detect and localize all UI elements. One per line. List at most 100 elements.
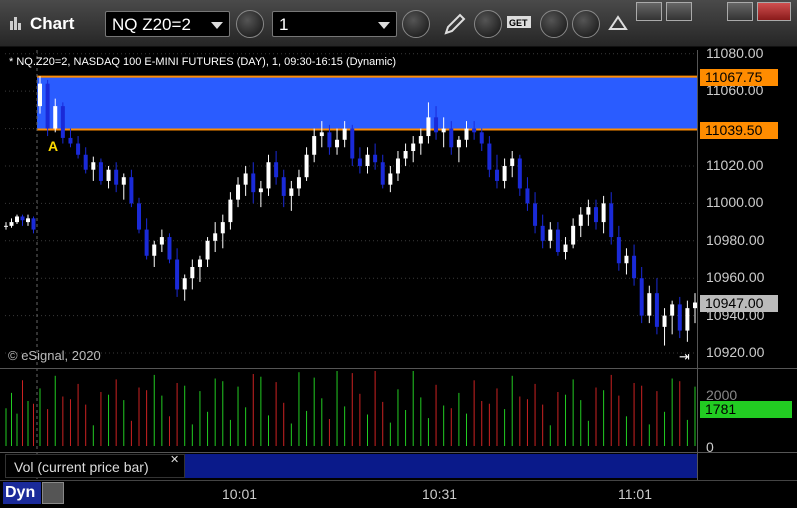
candle-body: [258, 188, 263, 193]
candle-body: [9, 222, 14, 226]
price-zone: [37, 76, 697, 130]
candle-body: [144, 229, 149, 256]
price-axis-tick: 11080.00: [706, 44, 764, 61]
candle-body: [129, 177, 134, 204]
candle-body: [137, 203, 142, 230]
divider: [0, 368, 797, 369]
candle-body: [517, 158, 522, 189]
candle-body: [601, 203, 606, 223]
candle-body: [510, 158, 515, 166]
copyright-label: © eSignal, 2020: [8, 348, 101, 363]
candle-body: [464, 128, 469, 140]
candle-body: [647, 293, 652, 316]
candle-body: [274, 162, 279, 178]
volume-label-text: Vol (current price bar): [14, 459, 149, 475]
candle-body: [251, 173, 256, 193]
candle-body: [357, 158, 362, 166]
price-axis-tick: 11020.00: [706, 156, 764, 173]
candle-body: [350, 128, 355, 159]
price-axis-tick: 10980.00: [706, 231, 765, 248]
candle-body: [639, 278, 644, 316]
close-icon[interactable]: ✕: [170, 453, 179, 466]
price-chart: A⇥: [4, 50, 697, 480]
candle-body: [167, 237, 172, 260]
time-axis-label: 10:31: [422, 486, 458, 502]
candle-body: [60, 106, 65, 138]
candle-body: [304, 154, 309, 178]
candle-body: [548, 229, 553, 241]
candle-body: [266, 162, 271, 189]
candle-body: [388, 173, 393, 185]
candle-body: [654, 293, 659, 327]
candle-body: [114, 169, 119, 185]
price-tag: 11039.50: [700, 121, 778, 139]
candle-body: [76, 143, 81, 155]
volume-value-tag: 1781: [700, 401, 792, 418]
candle-body: [152, 244, 157, 256]
dynamic-mode-button[interactable]: Dyn: [3, 482, 41, 504]
candle-body: [373, 154, 378, 163]
candle-body: [670, 304, 675, 316]
candle-body: [106, 169, 111, 181]
candle-body: [53, 106, 58, 129]
candle-body: [182, 278, 187, 290]
candle-body: [213, 233, 218, 241]
candle-body: [578, 214, 583, 226]
candle-body: [555, 229, 560, 253]
candle-body: [479, 132, 484, 144]
lock-icon[interactable]: [42, 482, 64, 504]
candle-body: [434, 117, 439, 133]
candle-body: [205, 240, 210, 260]
candle-body: [31, 218, 36, 230]
candle-body: [632, 255, 637, 279]
candle-body: [228, 199, 233, 223]
candle-body: [540, 225, 545, 241]
candle-body: [662, 315, 667, 327]
candle-body: [494, 169, 499, 181]
candle-body: [91, 162, 96, 170]
candle-body: [197, 259, 202, 267]
candle-body: [571, 225, 576, 245]
time-axis-label: 11:01: [618, 486, 652, 502]
candle-body: [472, 128, 477, 133]
candle-body: [624, 255, 629, 264]
candle-body: [525, 188, 530, 204]
divider: [697, 50, 698, 480]
candle-body: [677, 304, 682, 331]
candle-body: [190, 266, 195, 279]
candle-body: [175, 259, 180, 290]
candle-body: [243, 173, 248, 185]
candle-body: [159, 237, 164, 245]
candle-body: [38, 83, 42, 107]
volume-study-label[interactable]: Vol (current price bar): [5, 454, 185, 478]
time-axis-bar: [0, 480, 797, 508]
volume-label-bar: [185, 454, 697, 478]
candle-body: [395, 158, 400, 174]
candle-body: [342, 128, 347, 140]
candle-body: [281, 177, 286, 196]
candle-body: [20, 216, 25, 221]
candle-body: [609, 203, 614, 238]
divider: [0, 452, 797, 453]
scroll-end-icon: ⇥: [679, 350, 690, 365]
candle-body: [502, 165, 507, 181]
time-axis-label: 10:01: [222, 486, 258, 502]
price-tag: 11067.75: [700, 68, 778, 86]
candle-body: [4, 225, 8, 227]
candle-body: [441, 128, 446, 133]
candle-body: [312, 136, 317, 155]
candle-body: [449, 128, 454, 148]
candle-body: [236, 184, 241, 200]
candle-body: [365, 154, 370, 166]
candle-body: [563, 244, 568, 253]
volume-axis-tick: 2000: [706, 387, 738, 403]
candle-body: [335, 139, 340, 148]
candle-body: [319, 132, 324, 137]
candle-body: [487, 143, 492, 170]
candle-body: [121, 177, 126, 185]
candle-body: [616, 237, 621, 264]
candle-body: [586, 207, 591, 215]
candle-body: [289, 188, 294, 196]
candle-body: [380, 162, 385, 185]
candle-body: [296, 177, 301, 189]
